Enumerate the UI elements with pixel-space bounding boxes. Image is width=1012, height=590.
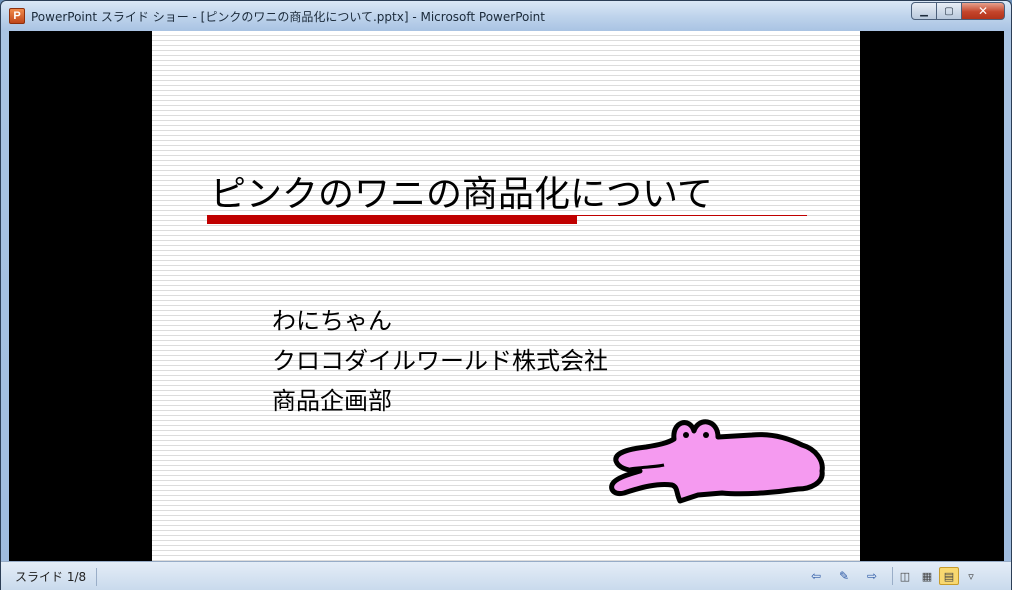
minimize-button[interactable]: ▁ xyxy=(911,2,937,20)
slide-title: ピンクのワニの商品化について xyxy=(210,174,713,215)
powerpoint-app-icon[interactable]: P xyxy=(9,8,25,24)
statusbar-controls: ⇦ ✎ ⇨ ◫ ▦ ▤ ▿ xyxy=(798,567,981,585)
close-button[interactable]: ✕ xyxy=(961,2,1005,20)
maximize-button[interactable]: ▢ xyxy=(936,2,962,20)
normal-view-icon[interactable]: ◫ xyxy=(895,567,915,585)
subtitle-line-name: わにちゃん xyxy=(272,307,392,335)
status-bar: スライド 1/8 ⇦ ✎ ⇨ ◫ ▦ ▤ ▿ xyxy=(1,561,1011,590)
powerpoint-window: P PowerPoint スライド ショー - [ピンクのワニの商品化について.… xyxy=(0,0,1012,590)
previous-slide-icon[interactable]: ⇦ xyxy=(806,567,826,585)
pink-crocodile-icon xyxy=(609,419,825,504)
subtitle-block: わにちゃん クロコダイルワールド株式会社 商品企画部 xyxy=(272,301,608,421)
slide-sorter-view-icon[interactable]: ▦ xyxy=(917,567,937,585)
title-underline-thick xyxy=(207,216,577,224)
slide-counter: スライド 1/8 xyxy=(15,568,98,586)
window-controls: ▁ ▢ ✕ xyxy=(911,2,1005,22)
subtitle-line-company: クロコダイルワールド株式会社 xyxy=(272,347,608,375)
croc-eye-right xyxy=(703,432,709,438)
slideshow-view-icon[interactable]: ▿ xyxy=(961,567,981,585)
next-slide-icon[interactable]: ⇨ xyxy=(862,567,882,585)
subtitle-line-department: 商品企画部 xyxy=(272,387,392,415)
edit-notes-icon[interactable]: ✎ xyxy=(834,567,854,585)
reading-view-icon[interactable]: ▤ xyxy=(939,567,959,585)
title-bar[interactable]: P PowerPoint スライド ショー - [ピンクのワニの商品化について.… xyxy=(1,1,1011,31)
statusbar-divider xyxy=(892,567,893,585)
window-title: PowerPoint スライド ショー - [ピンクのワニの商品化について.pp… xyxy=(31,10,545,24)
slideshow-area[interactable]: ピンクのワニの商品化について わにちゃん クロコダイルワールド株式会社 商品企画… xyxy=(9,31,1004,561)
slide-1[interactable]: ピンクのワニの商品化について わにちゃん クロコダイルワールド株式会社 商品企画… xyxy=(152,31,860,561)
croc-eye-left xyxy=(683,432,689,438)
